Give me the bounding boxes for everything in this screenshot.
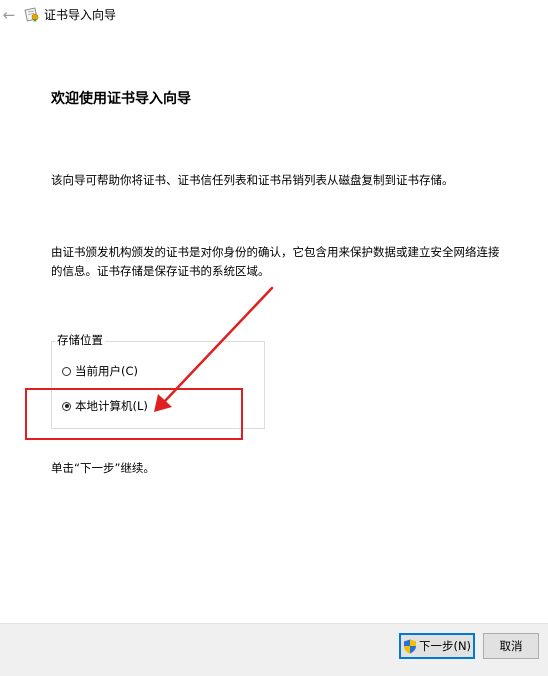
radio-current-user-label: 当前用户(C) (75, 364, 139, 378)
radio-current-user[interactable]: 当前用户(C) (62, 362, 138, 380)
cancel-button-label: 取消 (499, 639, 523, 653)
intro-text: 该向导可帮助你将证书、证书信任列表和证书吊销列表从磁盘复制到证书存储。 (51, 173, 454, 187)
certificate-icon (24, 7, 39, 22)
window-title: 证书导入向导 (44, 8, 117, 22)
annotation-highlight-box (25, 388, 243, 440)
cancel-button[interactable]: 取消 (483, 633, 539, 659)
page-heading: 欢迎使用证书导入向导 (51, 91, 191, 107)
storage-location-label: 存储位置 (55, 332, 105, 348)
next-button[interactable]: 下一步(N) (399, 633, 475, 659)
title-bar: ← 证书导入向导 (0, 0, 548, 32)
radio-button-icon[interactable] (62, 366, 71, 376)
next-button-label: 下一步(N) (418, 639, 472, 653)
continue-hint: 单击“下一步”继续。 (51, 461, 155, 475)
back-arrow-icon[interactable]: ← (0, 6, 18, 24)
description-text: 由证书颁发机构颁发的证书是对你身份的确认，它包含用来保护数据或建立安全网络连接的… (51, 245, 500, 278)
uac-shield-icon (403, 639, 416, 653)
